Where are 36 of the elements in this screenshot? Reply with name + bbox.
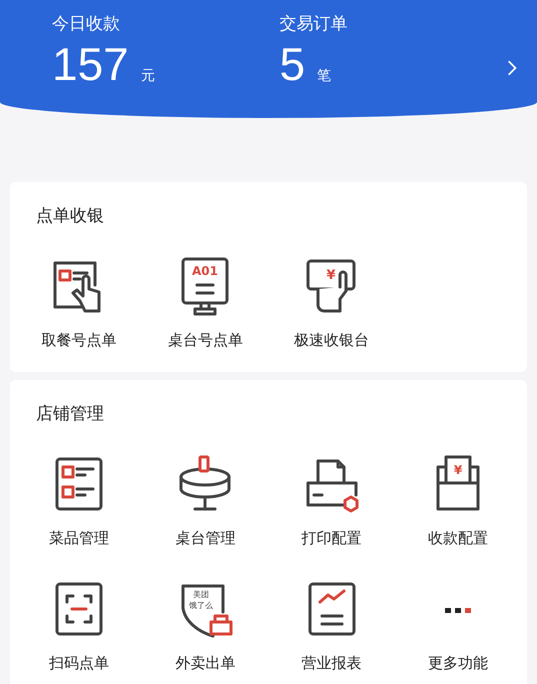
stat-unit: 元 [140,67,155,85]
icon-label: 美团 [193,590,210,599]
shield-printer-icon [182,584,233,638]
feature-label[interactable]: 营业报表 [302,654,362,673]
icon-label: ¥ [454,463,462,477]
scan-icon [56,582,103,636]
icon-label: ¥ [326,268,336,283]
feature-label[interactable]: 极速收银台 [294,331,370,350]
round-table-icon [180,456,231,510]
cash-drawer-icon [436,456,480,510]
feature-label[interactable]: 扫码点单 [49,654,110,673]
stat-label: 今日收款 [52,13,121,35]
feature-label[interactable]: 取餐号点单 [42,331,117,350]
feature-label[interactable]: 打印配置 [302,529,362,548]
menu-tap-icon [54,262,101,312]
feature-label[interactable]: 外卖出单 [175,654,236,673]
feature-label[interactable]: 桌台管理 [175,529,236,548]
section-title: 点单收银 [35,205,104,227]
feature-label[interactable]: 菜品管理 [49,529,110,548]
table-stand-icon [182,258,229,316]
section-title: 店铺管理 [35,403,104,425]
checklist-icon [56,458,103,510]
report-chart-icon [308,582,356,636]
icon-label: 饿了么 [189,601,214,610]
feature-label[interactable]: 收款配置 [428,529,488,548]
stat-value: 5 [279,37,306,91]
printer-icon [306,460,358,512]
stat-unit: 笔 [317,67,332,85]
icon-label: A01 [192,264,218,278]
chevron-right-icon[interactable] [506,58,518,78]
hand-card-icon [306,260,356,312]
feature-label[interactable]: 桌台号点单 [168,331,243,350]
more-icon [444,608,471,613]
stat-value: 157 [52,37,129,91]
stat-label: 交易订单 [279,13,348,35]
feature-label[interactable]: 更多功能 [428,654,488,673]
